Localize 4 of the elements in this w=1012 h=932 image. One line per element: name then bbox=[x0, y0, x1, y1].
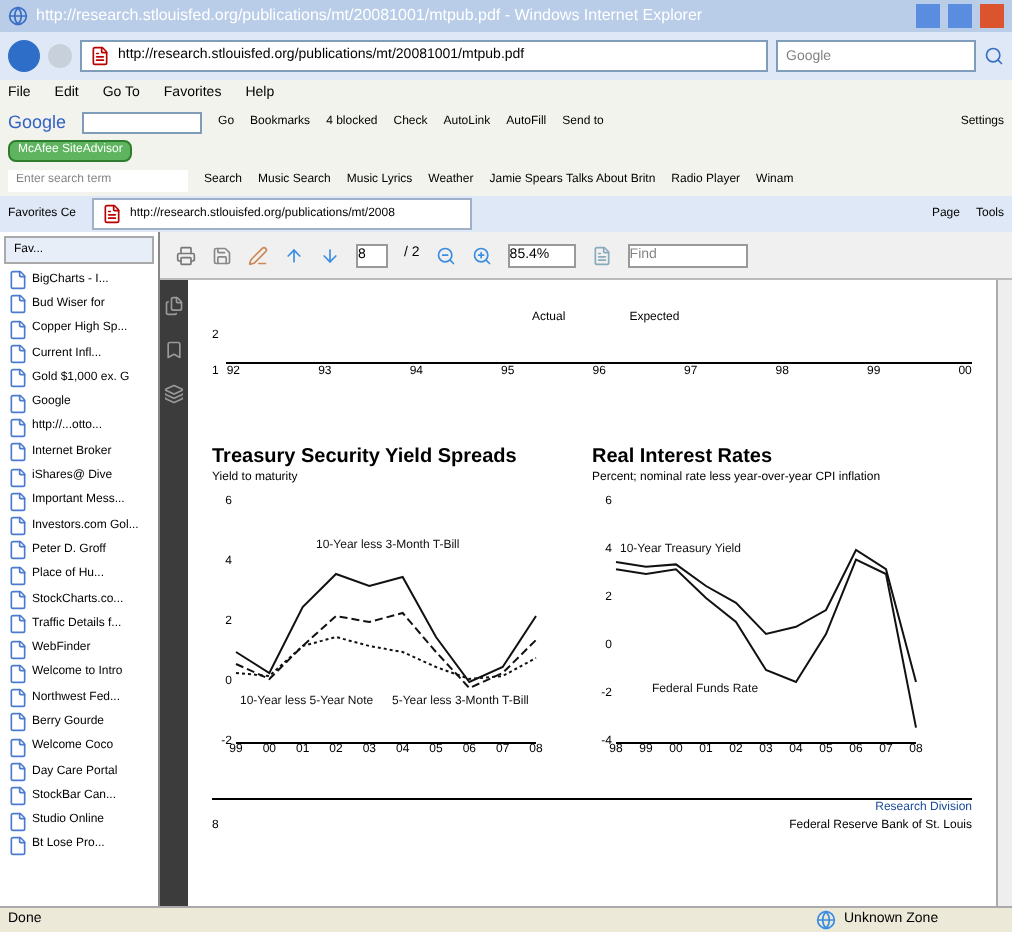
google-logo: Google bbox=[8, 109, 67, 136]
chart-title: Real Interest Rates bbox=[592, 446, 775, 471]
window-title: http://research.stlouisfed.org/publications/mt/20081001/mtpub.pdf - Windows Internet Explorer bbox=[36, 4, 705, 28]
chart-title: Treasury Security Yield Spreads bbox=[212, 446, 519, 471]
